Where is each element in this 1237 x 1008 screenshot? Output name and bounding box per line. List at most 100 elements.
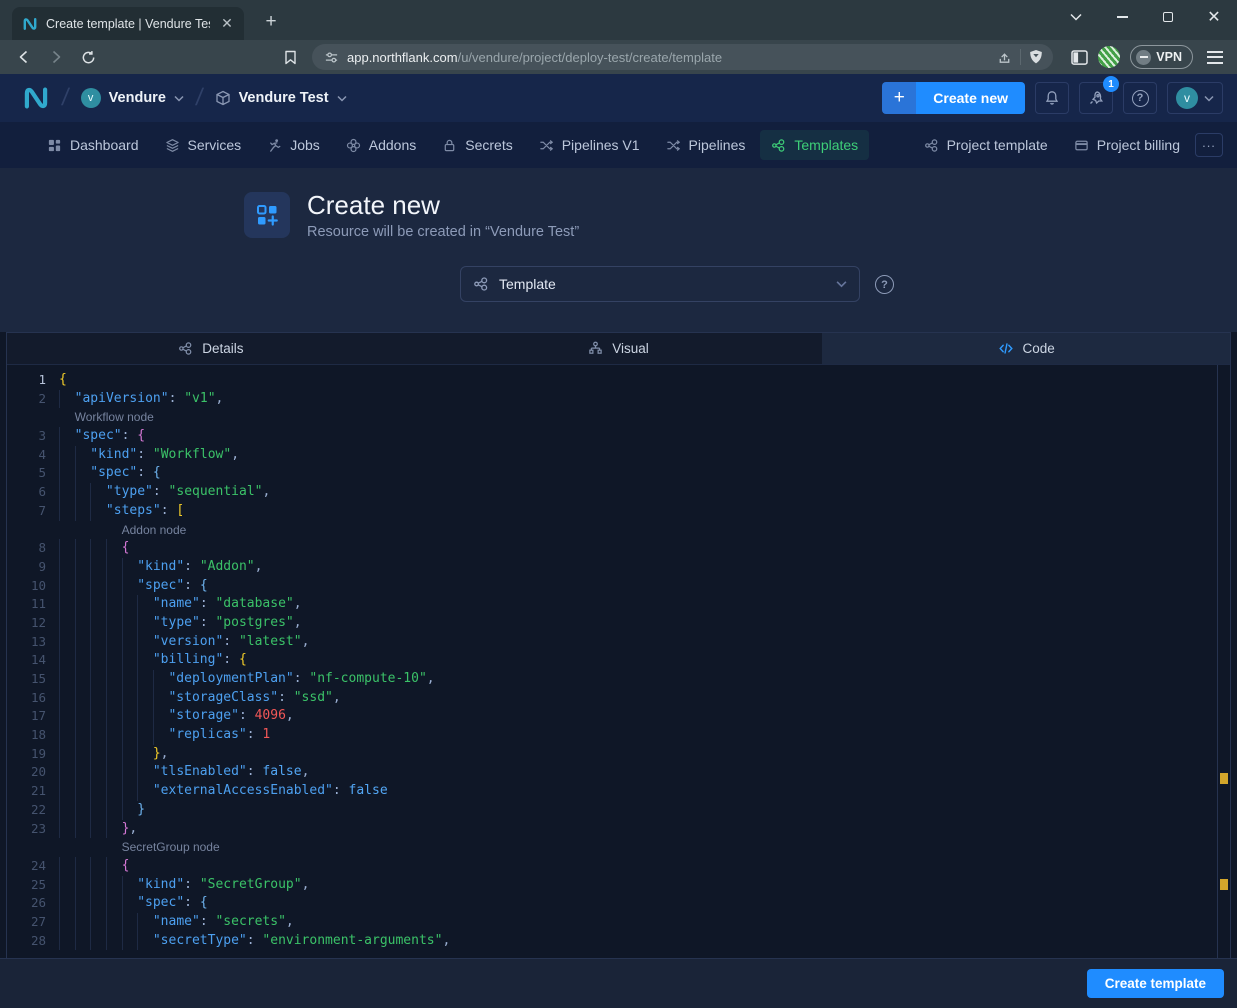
code-row: 25"kind": "SecretGroup", xyxy=(7,876,1230,895)
overview-ruler[interactable] xyxy=(1217,365,1230,958)
whats-new-button[interactable]: 1 xyxy=(1079,82,1113,114)
chevron-down-icon[interactable] xyxy=(337,95,347,102)
minimize-button[interactable] xyxy=(1099,0,1145,34)
app-header: / v Vendure / Vendure Test + Create new xyxy=(0,74,1237,122)
address-bar[interactable]: app.northflank.com/u/vendure/project/dep… xyxy=(312,44,1053,70)
project-name: Vendure Test xyxy=(239,90,329,106)
line-number: 14 xyxy=(7,651,59,670)
tab-close-icon[interactable]: ✕ xyxy=(218,15,236,33)
bookmark-icon[interactable] xyxy=(276,44,304,70)
org-avatar: v xyxy=(81,88,101,108)
create-new-button[interactable]: + Create new xyxy=(882,82,1025,114)
breadcrumb-org[interactable]: v Vendure xyxy=(81,88,184,108)
line-number: 2 xyxy=(7,390,59,409)
vpn-button[interactable]: VPN xyxy=(1130,45,1193,69)
line-number: 12 xyxy=(7,614,59,633)
maximize-button[interactable] xyxy=(1145,0,1191,34)
nav-more-button[interactable]: ... xyxy=(1195,133,1223,157)
line-number: 24 xyxy=(7,857,59,876)
code-editor[interactable]: 1{2"apiVersion": "v1",Workflow node3"spe… xyxy=(7,365,1230,958)
nav-item-pipelines[interactable]: Pipelines xyxy=(655,130,757,160)
code-row: 22} xyxy=(7,801,1230,820)
user-menu-button[interactable]: v xyxy=(1167,82,1223,114)
url-text[interactable]: app.northflank.com/u/vendure/project/dep… xyxy=(347,50,989,65)
tab-code[interactable]: Code xyxy=(822,333,1230,364)
extension-avatar-icon[interactable] xyxy=(1098,46,1120,68)
reload-icon[interactable] xyxy=(74,44,102,70)
line-number: 28 xyxy=(7,932,59,951)
site-settings-icon[interactable] xyxy=(324,50,339,65)
close-button[interactable]: ✕ xyxy=(1191,0,1237,34)
northflank-logo-icon[interactable] xyxy=(22,84,50,112)
tab-visual[interactable]: Visual xyxy=(415,333,823,364)
help-button[interactable]: ? xyxy=(1123,82,1157,114)
nav-item-templates[interactable]: Templates xyxy=(760,130,869,160)
code-row: 11"name": "database", xyxy=(7,595,1230,614)
new-tab-button[interactable]: + xyxy=(258,11,284,33)
line-number: 22 xyxy=(7,801,59,820)
back-icon[interactable] xyxy=(10,44,38,70)
nav-item-project-billing[interactable]: Project billing xyxy=(1063,130,1191,160)
details-node-icon xyxy=(178,341,193,356)
code-row: 23}, xyxy=(7,820,1230,839)
line-number: 25 xyxy=(7,876,59,895)
sidebar-toggle-icon[interactable] xyxy=(1071,50,1088,65)
dropdown-value: Template xyxy=(499,276,826,292)
code-row: 14"billing": { xyxy=(7,651,1230,670)
brave-shields-icon[interactable] xyxy=(1029,49,1043,65)
line-number: 21 xyxy=(7,782,59,801)
line-number: 27 xyxy=(7,913,59,932)
page-title: Create new xyxy=(307,190,440,221)
nav-item-dashboard[interactable]: Dashboard xyxy=(36,130,150,160)
nav-item-secrets[interactable]: Secrets xyxy=(431,130,523,160)
template-node-icon xyxy=(473,276,489,292)
menu-icon[interactable] xyxy=(1203,47,1227,68)
create-new-label: Create new xyxy=(916,82,1025,114)
share-icon[interactable] xyxy=(997,50,1012,65)
services-icon xyxy=(165,138,180,153)
resource-type-dropdown[interactable]: Template xyxy=(460,266,860,302)
project-nav: Dashboard Services Jobs Addons Secr xyxy=(0,122,1237,168)
package-icon xyxy=(215,90,231,106)
billing-card-icon xyxy=(1074,138,1089,153)
code-row: 9"kind": "Addon", xyxy=(7,558,1230,577)
line-number: 17 xyxy=(7,707,59,726)
nav-item-project-template[interactable]: Project template xyxy=(913,130,1059,160)
dashboard-icon xyxy=(47,138,62,153)
chevron-down-icon xyxy=(836,280,847,288)
line-number: 1 xyxy=(7,371,59,390)
line-number: 20 xyxy=(7,763,59,782)
line-number: 5 xyxy=(7,464,59,483)
dropdown-help-button[interactable]: ? xyxy=(875,275,894,294)
breadcrumb-project[interactable]: Vendure Test xyxy=(215,90,347,106)
line-number: 7 xyxy=(7,502,59,521)
code-lines: 1{2"apiVersion": "v1",Workflow node3"spe… xyxy=(7,371,1230,950)
code-row: 26"spec": { xyxy=(7,894,1230,913)
nav-item-addons[interactable]: Addons xyxy=(335,130,427,160)
vpn-status-icon xyxy=(1136,50,1151,65)
create-template-button[interactable]: Create template xyxy=(1087,969,1224,998)
notifications-button[interactable] xyxy=(1035,82,1069,114)
editor-tabs: Details Visual Code xyxy=(7,333,1230,365)
line-number: 18 xyxy=(7,726,59,745)
line-number: 19 xyxy=(7,745,59,764)
org-name: Vendure xyxy=(109,90,166,106)
browser-tab[interactable]: Create template | Vendure Test | ✕ xyxy=(12,7,244,40)
line-number: 23 xyxy=(7,820,59,839)
tab-details[interactable]: Details xyxy=(7,333,415,364)
code-row: 4"kind": "Workflow", xyxy=(7,446,1230,465)
code-row: 7"steps": [ xyxy=(7,502,1230,521)
nav-item-pipelines-v1[interactable]: Pipelines V1 xyxy=(528,130,651,160)
nav-item-services[interactable]: Services xyxy=(154,130,253,160)
visual-sitemap-icon xyxy=(588,341,603,356)
nav-item-jobs[interactable]: Jobs xyxy=(256,130,331,160)
breadcrumb-divider: / xyxy=(60,84,71,112)
plus-icon[interactable]: + xyxy=(882,82,916,114)
line-number: 15 xyxy=(7,670,59,689)
forward-icon[interactable] xyxy=(42,44,70,70)
code-row: 13"version": "latest", xyxy=(7,633,1230,652)
tab-search-chevron-icon[interactable] xyxy=(1053,0,1099,34)
code-row: 2"apiVersion": "v1", xyxy=(7,390,1230,409)
chevron-down-icon[interactable] xyxy=(174,95,184,102)
code-row: 21"externalAccessEnabled": false xyxy=(7,782,1230,801)
